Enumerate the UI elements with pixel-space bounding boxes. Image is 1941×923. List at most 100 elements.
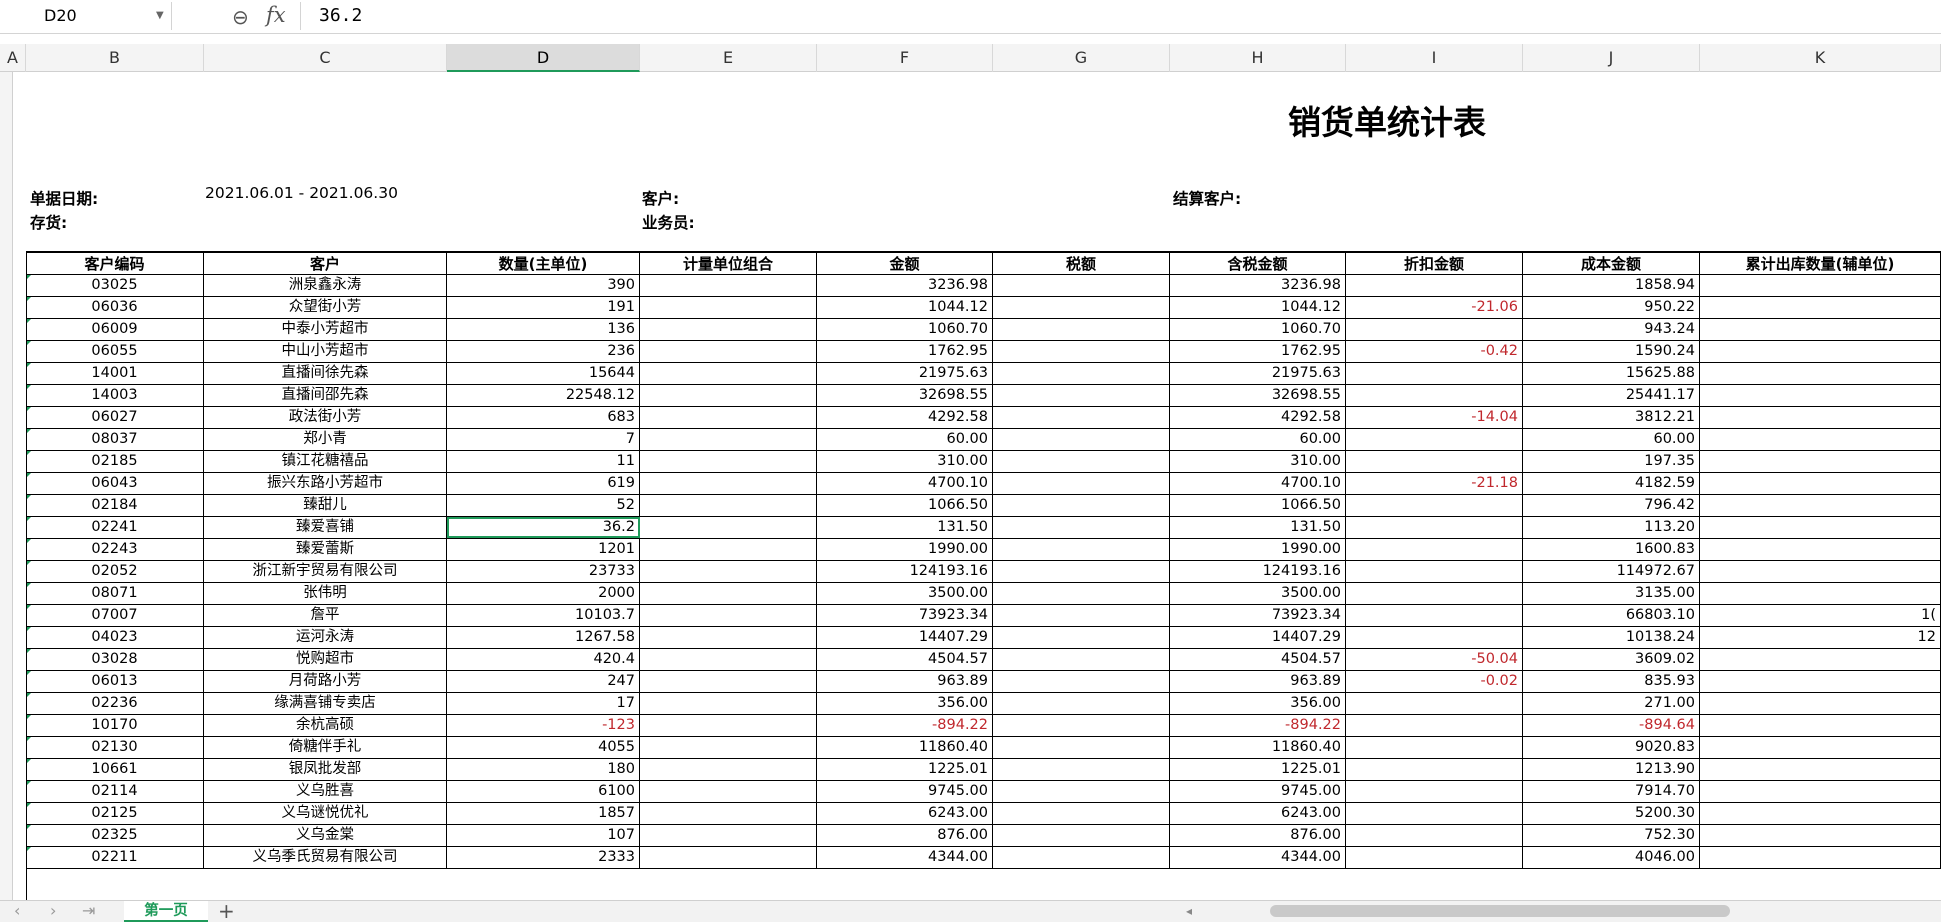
chevron-down-icon[interactable]: ▼ bbox=[156, 2, 164, 30]
cell-customer-code[interactable]: 02236 bbox=[26, 693, 204, 714]
cell-cost[interactable]: 1858.94 bbox=[1523, 275, 1700, 296]
cell-customer[interactable]: 臻爱蕾斯 bbox=[204, 539, 447, 560]
table-header-cell[interactable]: 成本金额 bbox=[1523, 253, 1700, 275]
cell-unit-combo[interactable] bbox=[640, 495, 817, 516]
cell-amount[interactable]: 4700.10 bbox=[817, 473, 993, 494]
cell-amount-with-tax[interactable]: 1990.00 bbox=[1170, 539, 1346, 560]
cell-quantity[interactable]: 420.4 bbox=[447, 649, 640, 670]
cell-customer[interactable]: 余杭高硕 bbox=[204, 715, 447, 736]
cell-customer-code[interactable]: 02130 bbox=[26, 737, 204, 758]
cell-quantity[interactable]: 36.2 bbox=[447, 517, 640, 538]
cell-amount[interactable]: 32698.55 bbox=[817, 385, 993, 406]
cell-customer[interactable]: 义乌胜喜 bbox=[204, 781, 447, 802]
cell-amount-with-tax[interactable]: 4700.10 bbox=[1170, 473, 1346, 494]
cell-amount-with-tax[interactable]: 14407.29 bbox=[1170, 627, 1346, 648]
cell-customer-code[interactable]: 06043 bbox=[26, 473, 204, 494]
cell-customer[interactable]: 直播间徐先森 bbox=[204, 363, 447, 384]
scroll-left-icon[interactable]: ◂ bbox=[1186, 901, 1192, 921]
cell-amount[interactable]: 4504.57 bbox=[817, 649, 993, 670]
cell-amount[interactable]: 1990.00 bbox=[817, 539, 993, 560]
cell-cumulative-out-qty[interactable] bbox=[1700, 737, 1941, 758]
cell-customer[interactable]: 倚糖伴手礼 bbox=[204, 737, 447, 758]
cell-cumulative-out-qty[interactable] bbox=[1700, 407, 1941, 428]
column-header-k[interactable]: K bbox=[1700, 44, 1941, 72]
cell-customer-code[interactable]: 06013 bbox=[26, 671, 204, 692]
cell-customer-code[interactable]: 06036 bbox=[26, 297, 204, 318]
cell-customer[interactable]: 张伟明 bbox=[204, 583, 447, 604]
cell-quantity[interactable]: 247 bbox=[447, 671, 640, 692]
cell-cumulative-out-qty[interactable] bbox=[1700, 825, 1941, 846]
cell-cost[interactable]: 943.24 bbox=[1523, 319, 1700, 340]
cell-amount-with-tax[interactable]: 11860.40 bbox=[1170, 737, 1346, 758]
cell-discount[interactable] bbox=[1346, 847, 1523, 868]
column-header-g[interactable]: G bbox=[993, 44, 1170, 72]
cell-amount-with-tax[interactable]: -894.22 bbox=[1170, 715, 1346, 736]
cell-quantity[interactable]: 17 bbox=[447, 693, 640, 714]
horizontal-scrollbar[interactable] bbox=[1200, 905, 1941, 918]
cell-amount-with-tax[interactable]: 1225.01 bbox=[1170, 759, 1346, 780]
cell-customer[interactable]: 悦购超市 bbox=[204, 649, 447, 670]
cell-unit-combo[interactable] bbox=[640, 693, 817, 714]
cell-cost[interactable]: 1600.83 bbox=[1523, 539, 1700, 560]
cell-tax[interactable] bbox=[993, 429, 1170, 450]
cell-customer-code[interactable]: 10661 bbox=[26, 759, 204, 780]
cell-unit-combo[interactable] bbox=[640, 473, 817, 494]
cell-quantity[interactable]: 390 bbox=[447, 275, 640, 296]
table-header-cell[interactable]: 计量单位组合 bbox=[640, 253, 817, 275]
cell-customer[interactable]: 浙江新宇贸易有限公司 bbox=[204, 561, 447, 582]
cell-cost[interactable]: 60.00 bbox=[1523, 429, 1700, 450]
cell-discount[interactable]: -0.42 bbox=[1346, 341, 1523, 362]
cell-unit-combo[interactable] bbox=[640, 561, 817, 582]
cell-discount[interactable] bbox=[1346, 803, 1523, 824]
cell-amount[interactable]: 6243.00 bbox=[817, 803, 993, 824]
cell-tax[interactable] bbox=[993, 297, 1170, 318]
cell-cumulative-out-qty[interactable] bbox=[1700, 781, 1941, 802]
cell-cost[interactable]: 25441.17 bbox=[1523, 385, 1700, 406]
cell-cost[interactable]: 7914.70 bbox=[1523, 781, 1700, 802]
cell-cumulative-out-qty[interactable] bbox=[1700, 561, 1941, 582]
cell-discount[interactable]: -14.04 bbox=[1346, 407, 1523, 428]
cell-quantity[interactable]: 7 bbox=[447, 429, 640, 450]
cell-unit-combo[interactable] bbox=[640, 385, 817, 406]
cell-tax[interactable] bbox=[993, 561, 1170, 582]
cell-cumulative-out-qty[interactable] bbox=[1700, 759, 1941, 780]
cell-cost[interactable]: 9020.83 bbox=[1523, 737, 1700, 758]
cell-cost[interactable]: 197.35 bbox=[1523, 451, 1700, 472]
cell-cumulative-out-qty[interactable] bbox=[1700, 473, 1941, 494]
cell-discount[interactable] bbox=[1346, 385, 1523, 406]
cell-unit-combo[interactable] bbox=[640, 429, 817, 450]
table-header-cell[interactable]: 金额 bbox=[817, 253, 993, 275]
cell-cumulative-out-qty[interactable] bbox=[1700, 649, 1941, 670]
cell-amount[interactable]: 73923.34 bbox=[817, 605, 993, 626]
cell-amount[interactable]: 963.89 bbox=[817, 671, 993, 692]
cell-quantity[interactable]: 4055 bbox=[447, 737, 640, 758]
cell-amount[interactable]: 1225.01 bbox=[817, 759, 993, 780]
cell-discount[interactable] bbox=[1346, 451, 1523, 472]
cell-amount-with-tax[interactable]: 310.00 bbox=[1170, 451, 1346, 472]
cell-customer-code[interactable]: 08071 bbox=[26, 583, 204, 604]
cell-customer-code[interactable]: 02325 bbox=[26, 825, 204, 846]
column-header-a[interactable]: A bbox=[0, 44, 26, 72]
cell-discount[interactable] bbox=[1346, 715, 1523, 736]
cell-customer[interactable]: 义乌谜悦优礼 bbox=[204, 803, 447, 824]
cell-cost[interactable]: 3812.21 bbox=[1523, 407, 1700, 428]
cell-amount-with-tax[interactable]: 1060.70 bbox=[1170, 319, 1346, 340]
cell-cost[interactable]: 5200.30 bbox=[1523, 803, 1700, 824]
cell-customer[interactable]: 洲泉鑫永涛 bbox=[204, 275, 447, 296]
cell-amount-with-tax[interactable]: 131.50 bbox=[1170, 517, 1346, 538]
cell-quantity[interactable]: 1267.58 bbox=[447, 627, 640, 648]
cell-amount[interactable]: 356.00 bbox=[817, 693, 993, 714]
cell-tax[interactable] bbox=[993, 583, 1170, 604]
cell-quantity[interactable]: 2333 bbox=[447, 847, 640, 868]
cell-unit-combo[interactable] bbox=[640, 715, 817, 736]
cell-cost[interactable]: 950.22 bbox=[1523, 297, 1700, 318]
cell-quantity[interactable]: 107 bbox=[447, 825, 640, 846]
cell-amount[interactable]: 1044.12 bbox=[817, 297, 993, 318]
cell-cost[interactable]: 66803.10 bbox=[1523, 605, 1700, 626]
cell-customer-code[interactable]: 07007 bbox=[26, 605, 204, 626]
cell-cost[interactable]: 15625.88 bbox=[1523, 363, 1700, 384]
cell-quantity[interactable]: 1857 bbox=[447, 803, 640, 824]
cell-customer-code[interactable]: 02052 bbox=[26, 561, 204, 582]
cell-customer-code[interactable]: 02125 bbox=[26, 803, 204, 824]
cell-quantity[interactable]: 52 bbox=[447, 495, 640, 516]
